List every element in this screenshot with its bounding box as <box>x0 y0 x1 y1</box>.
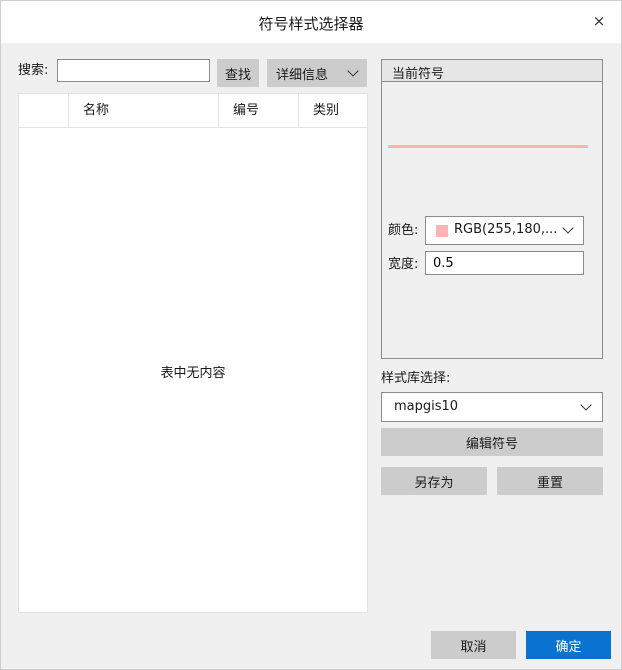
symbol-preview-line <box>388 145 588 148</box>
width-label: 宽度: <box>388 257 419 272</box>
detail-dropdown-label: 详细信息 <box>276 68 329 83</box>
edit-symbol-button[interactable]: 编辑符号 <box>381 428 603 456</box>
ok-button[interactable]: 确定 <box>526 631 611 659</box>
column-header-category[interactable]: 类别 <box>299 94 367 127</box>
symbol-table: 名称 编号 类别 表中无内容 <box>18 93 368 613</box>
width-input[interactable] <box>425 251 584 275</box>
save-as-button[interactable]: 另存为 <box>381 467 487 495</box>
library-label: 样式库选择: <box>381 371 451 386</box>
color-value: RGB(255,180,... <box>454 222 558 237</box>
reset-button[interactable]: 重置 <box>497 467 603 495</box>
find-button[interactable]: 查找 <box>217 59 259 87</box>
symbol-style-dialog: 符号样式选择器 × 搜索: 查找 详细信息 名称 编号 类别 表中无内容 当前符… <box>0 0 622 670</box>
color-swatch <box>436 225 448 237</box>
color-label: 颜色: <box>388 223 419 238</box>
chevron-down-icon <box>347 65 359 77</box>
column-header-select[interactable] <box>19 94 69 127</box>
dialog-title: 符号样式选择器 <box>258 15 364 33</box>
library-value: mapgis10 <box>394 399 459 414</box>
title-bar: 符号样式选择器 × <box>1 1 621 43</box>
search-label: 搜索: <box>18 63 49 78</box>
search-input[interactable] <box>57 59 210 82</box>
column-header-number[interactable]: 编号 <box>219 94 299 127</box>
chevron-down-icon <box>562 222 574 234</box>
chevron-down-icon <box>580 399 592 411</box>
color-dropdown[interactable]: RGB(255,180,... <box>425 216 584 245</box>
current-symbol-group: 当前符号 颜色: RGB(255,180,... 宽度: <box>381 59 603 359</box>
detail-dropdown[interactable]: 详细信息 <box>267 59 367 87</box>
close-icon[interactable]: × <box>589 11 609 31</box>
current-symbol-header: 当前符号 <box>382 60 602 82</box>
current-symbol-title: 当前符号 <box>392 67 445 82</box>
column-header-name[interactable]: 名称 <box>69 94 219 127</box>
cancel-button[interactable]: 取消 <box>431 631 516 659</box>
empty-table-message: 表中无内容 <box>160 366 226 381</box>
library-dropdown[interactable]: mapgis10 <box>381 392 603 422</box>
table-header: 名称 编号 类别 <box>19 94 367 128</box>
